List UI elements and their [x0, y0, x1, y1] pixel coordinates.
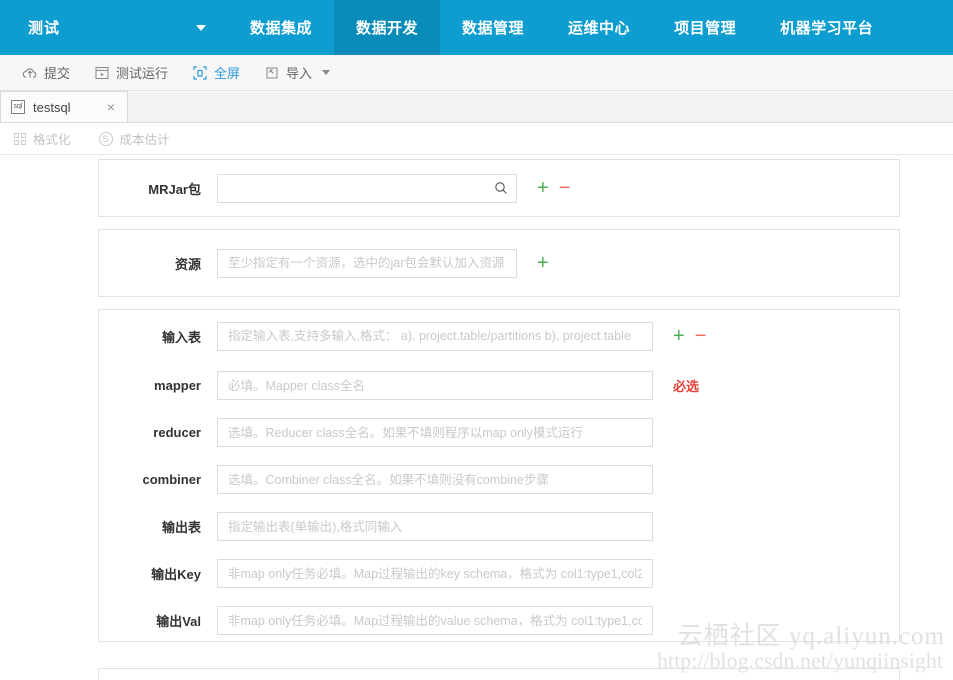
- output-key-label: 输出Key: [151, 567, 201, 582]
- nav-item-data-management[interactable]: 数据管理: [440, 0, 547, 55]
- file-tab-strip: sql testsql ×: [0, 91, 953, 123]
- cost-estimate-button[interactable]: S 成本估计: [85, 125, 184, 153]
- fullscreen-icon: [192, 65, 208, 81]
- editor-sub-toolbar: 格式化 S 成本估计: [0, 123, 953, 155]
- reducer-label: reducer: [153, 425, 201, 440]
- resource-field-wrap: [217, 248, 517, 278]
- form-row-output-val: 输出Val: [99, 597, 899, 644]
- import-button[interactable]: 导入: [252, 58, 342, 88]
- input-table-add-button[interactable]: +: [673, 326, 685, 346]
- input-table-field-wrap: [217, 321, 653, 351]
- output-key-input[interactable]: [218, 560, 652, 587]
- mapper-label: mapper: [154, 378, 201, 393]
- output-table-field-wrap: [217, 512, 653, 541]
- format-button[interactable]: 格式化: [0, 125, 85, 153]
- form-row-reducer: reducer: [99, 409, 899, 456]
- output-table-input[interactable]: [218, 513, 652, 540]
- reducer-field-wrap: [217, 418, 653, 447]
- form-row-combiner: combiner: [99, 456, 899, 503]
- cloud-upload-icon: [22, 65, 38, 81]
- mapreduce-panel: 输入表 + − mapper 必选 reducer: [98, 309, 900, 642]
- output-table-label: 输出表: [161, 520, 201, 535]
- nav-item-operations-center[interactable]: 运维中心: [546, 0, 653, 55]
- combiner-field-wrap: [217, 465, 653, 494]
- fullscreen-button[interactable]: 全屏: [180, 58, 252, 88]
- mrjar-row-ops: + −: [537, 178, 570, 198]
- resource-row-ops: +: [537, 253, 549, 273]
- mrjar-label: MRJar包: [148, 181, 201, 197]
- application-window: 测试 数据集成 数据开发 数据管理 运维中心 项目管理 机器学习平台 提交 测试…: [0, 0, 953, 680]
- fullscreen-label: 全屏: [214, 66, 241, 81]
- mrjar-input[interactable]: [218, 174, 516, 202]
- test-run-label: 测试运行: [116, 66, 169, 81]
- combiner-input[interactable]: [218, 466, 652, 493]
- jar-panel: MRJar包 + −: [98, 159, 900, 217]
- input-table-remove-button[interactable]: −: [695, 326, 707, 346]
- editor-toolbar: 提交 测试运行 全屏 导入: [0, 55, 953, 91]
- main-nav-items: 数据集成 数据开发 数据管理 运维中心 项目管理 机器学习平台: [228, 0, 896, 55]
- caret-down-icon: [322, 70, 331, 75]
- project-selector[interactable]: 测试: [0, 0, 228, 55]
- nav-item-machine-learning-platform[interactable]: 机器学习平台: [758, 0, 896, 55]
- format-label: 格式化: [33, 133, 71, 147]
- file-tab-testsql[interactable]: sql testsql ×: [0, 91, 128, 122]
- mapper-field-wrap: [217, 371, 653, 400]
- input-table-label: 输入表: [161, 329, 201, 345]
- output-val-input[interactable]: [218, 607, 652, 634]
- submit-button[interactable]: 提交: [10, 58, 82, 88]
- file-tab-label: testsql: [33, 99, 71, 115]
- grid-icon: [14, 132, 26, 145]
- resource-label: 资源: [174, 256, 201, 272]
- resource-add-button[interactable]: +: [537, 253, 549, 273]
- form-row-resource: 资源 +: [99, 230, 899, 296]
- output-val-field-wrap: [217, 606, 653, 635]
- form-row-input-table: 输入表 + −: [99, 310, 899, 362]
- cost-estimate-label: 成本估计: [119, 133, 170, 147]
- mapreduce-config-form: MRJar包 + − 资源 至少指定有一个资源，选中的jar包会默认加入资源 +…: [0, 155, 953, 680]
- run-window-icon: [94, 65, 110, 81]
- next-panel-partial: [98, 668, 900, 680]
- form-row-mapper: mapper 必选: [99, 362, 899, 409]
- close-icon[interactable]: ×: [107, 100, 115, 114]
- sql-file-icon: sql: [11, 100, 25, 114]
- top-navigation-bar: 测试 数据集成 数据开发 数据管理 运维中心 项目管理 机器学习平台: [0, 0, 953, 55]
- cost-circle-icon: S: [98, 131, 113, 146]
- import-icon: [264, 65, 280, 81]
- test-run-button[interactable]: 测试运行: [82, 58, 180, 88]
- reducer-input[interactable]: [218, 419, 652, 446]
- resource-panel: 资源 +: [98, 229, 900, 297]
- mapper-required-badge: 必选: [673, 379, 700, 394]
- form-row-output-table: 输出表: [99, 503, 899, 550]
- nav-item-data-development[interactable]: 数据开发: [334, 0, 441, 55]
- output-key-field-wrap: [217, 559, 653, 588]
- mrjar-add-button[interactable]: +: [537, 178, 549, 198]
- input-table-input[interactable]: [218, 322, 652, 350]
- input-table-row-ops: + −: [673, 326, 706, 346]
- form-row-output-key: 输出Key: [99, 550, 899, 597]
- mapper-input[interactable]: [218, 372, 652, 399]
- nav-item-data-integration[interactable]: 数据集成: [228, 0, 335, 55]
- submit-label: 提交: [44, 66, 71, 81]
- project-name: 测试: [28, 20, 61, 37]
- import-label: 导入: [286, 66, 313, 81]
- combiner-label: combiner: [142, 472, 201, 487]
- mrjar-field-wrap: [217, 173, 517, 203]
- nav-item-project-management[interactable]: 项目管理: [652, 0, 759, 55]
- form-row-mrjar: MRJar包 + −: [99, 160, 899, 216]
- output-val-label: 输出Val: [156, 614, 201, 629]
- chevron-down-icon: [196, 24, 206, 31]
- resource-input[interactable]: [218, 249, 516, 277]
- mrjar-remove-button[interactable]: −: [559, 178, 571, 198]
